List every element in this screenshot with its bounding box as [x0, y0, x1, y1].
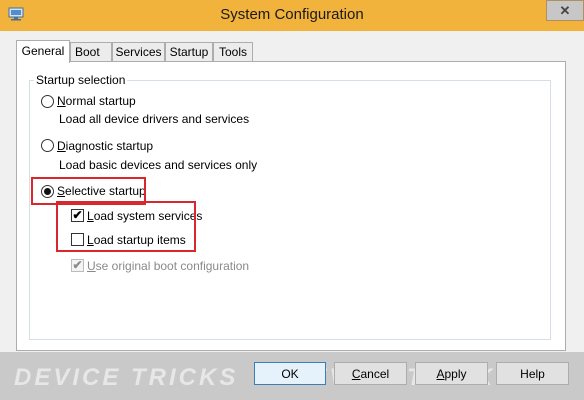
watermark-left: DEVICE TRICKS [14, 364, 239, 391]
normal-startup-description: Load all device drivers and services [59, 112, 250, 126]
selective-options-highlight [56, 201, 196, 252]
normal-startup-radio[interactable] [41, 95, 54, 108]
help-button[interactable]: Help [496, 362, 569, 385]
tab-general[interactable]: General [16, 40, 70, 63]
window-title: System Configuration [220, 6, 364, 23]
close-icon: ✕ [559, 3, 571, 18]
use-original-boot-label: Use original boot configuration [87, 259, 250, 273]
diagnostic-startup-description: Load basic devices and services only [59, 158, 258, 172]
diagnostic-startup-label[interactable]: Diagnostic startup [57, 139, 153, 153]
tab-boot[interactable]: Boot [70, 42, 112, 61]
close-button[interactable]: ✕ [546, 0, 584, 21]
diagnostic-startup-radio[interactable] [41, 139, 54, 152]
tab-services[interactable]: Services [112, 42, 165, 61]
tab-tools[interactable]: Tools [213, 42, 253, 61]
ok-button[interactable]: OK [254, 362, 326, 385]
system-configuration-window: System Configuration ✕ General Boot Serv… [0, 0, 584, 400]
tab-startup[interactable]: Startup [165, 42, 213, 61]
apply-button[interactable]: Apply [415, 362, 488, 385]
startup-selection-label: Startup selection [34, 73, 128, 87]
use-original-boot-checkbox[interactable]: ✔ [71, 259, 84, 272]
title-bar[interactable]: System Configuration ✕ [0, 0, 584, 31]
cancel-button[interactable]: Cancel [334, 362, 407, 385]
normal-startup-label[interactable]: Normal startup [57, 94, 136, 108]
